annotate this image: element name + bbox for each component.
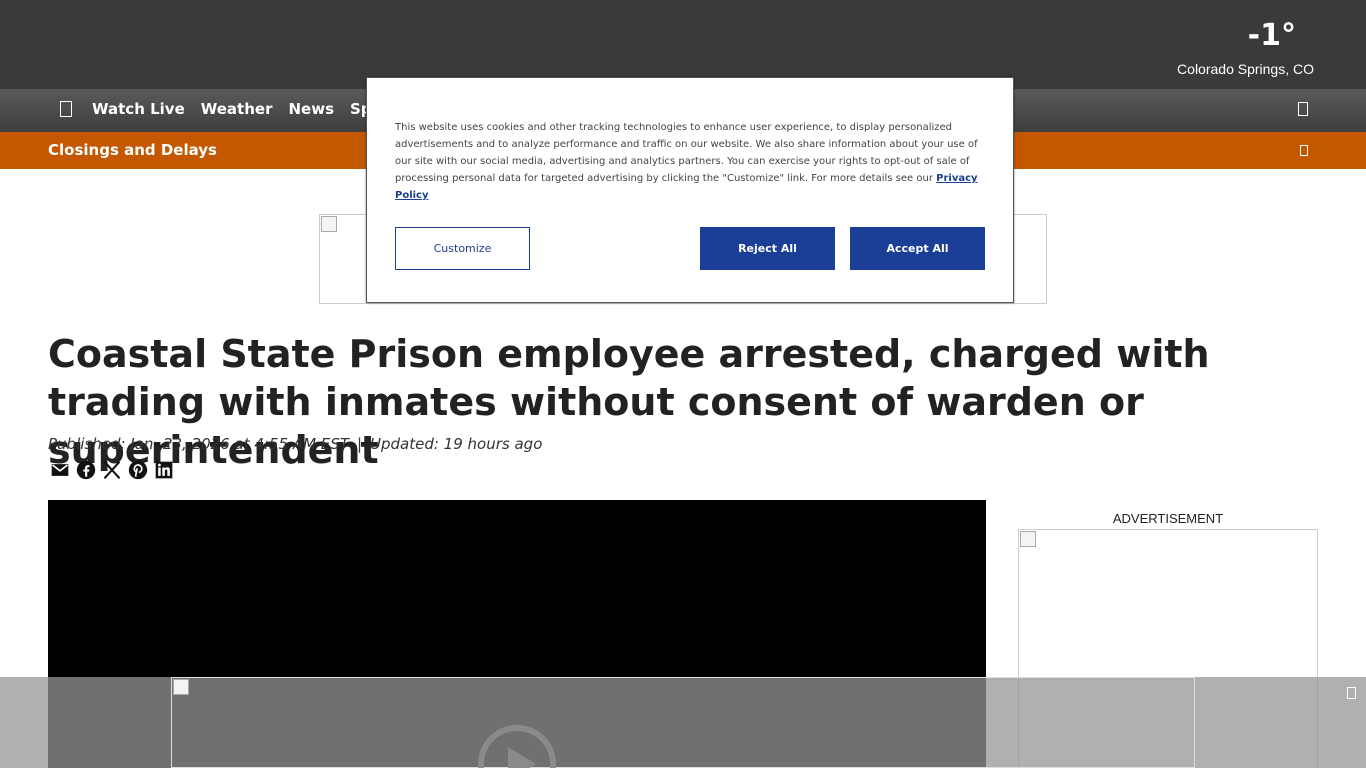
reject-all-button[interactable]: Reject All xyxy=(700,227,835,270)
advertisement-label: ADVERTISEMENT xyxy=(1112,511,1224,526)
broken-image-icon xyxy=(1020,531,1036,547)
weather-location[interactable]: Colorado Springs, CO xyxy=(1177,61,1314,77)
broken-image-icon xyxy=(173,679,189,695)
search-icon[interactable] xyxy=(1298,102,1308,116)
play-icon[interactable] xyxy=(476,723,558,768)
top-header: -1° Colorado Springs, CO xyxy=(0,0,1366,89)
facebook-icon[interactable] xyxy=(76,460,96,480)
cookie-consent-dialog: This website uses cookies and other trac… xyxy=(366,77,1014,303)
byline-separator: | xyxy=(356,435,363,453)
share-buttons xyxy=(50,460,174,480)
nav-item-watch-live[interactable]: Watch Live xyxy=(92,100,185,118)
updated-time: Updated: 19 hours ago xyxy=(370,435,543,453)
sticky-ad-frame[interactable] xyxy=(171,677,1195,768)
cookie-consent-text: This website uses cookies and other trac… xyxy=(395,119,980,204)
email-icon[interactable] xyxy=(50,460,70,480)
published-date: Published: Jan. 23, 2026 at 4:55 AM EST xyxy=(48,435,349,453)
closings-label[interactable]: Closings and Delays xyxy=(48,141,217,159)
customize-button[interactable]: Customize xyxy=(395,227,530,270)
article-byline: Published: Jan. 23, 2026 at 4:55 AM EST … xyxy=(48,435,542,453)
broken-image-icon xyxy=(321,216,337,232)
sticky-bottom-ad xyxy=(0,677,1366,768)
linkedin-icon[interactable] xyxy=(154,460,174,480)
nav-item-news[interactable]: News xyxy=(288,100,334,118)
expand-icon[interactable] xyxy=(1300,145,1308,156)
cookie-body-text: This website uses cookies and other trac… xyxy=(395,122,978,184)
menu-icon[interactable] xyxy=(60,101,72,117)
nav-item-weather[interactable]: Weather xyxy=(201,100,273,118)
weather-temperature[interactable]: -1° xyxy=(1248,18,1296,53)
close-icon[interactable] xyxy=(1347,687,1356,699)
nav-items: Watch Live Weather News Sports xyxy=(92,100,405,118)
x-icon[interactable] xyxy=(102,460,122,480)
pinterest-icon[interactable] xyxy=(128,460,148,480)
accept-all-button[interactable]: Accept All xyxy=(850,227,985,270)
